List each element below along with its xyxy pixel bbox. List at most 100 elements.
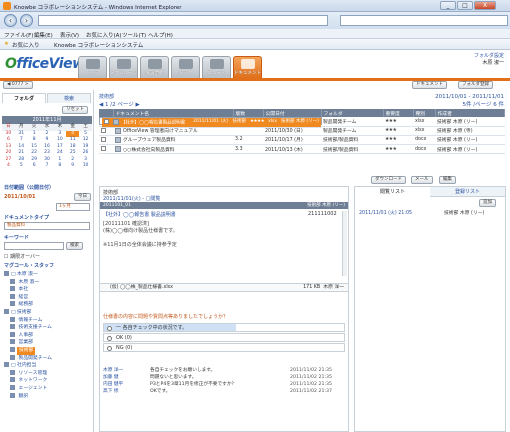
row-checkbox[interactable] [101, 136, 106, 142]
keyword-input[interactable] [4, 242, 64, 250]
row-checkbox[interactable] [104, 118, 109, 124]
tree-item[interactable]: □ 社内担当 [4, 362, 92, 370]
cell-name[interactable]: 【社外】◯◯報告書製品説明書 [121, 120, 185, 125]
tree-item[interactable]: 木原 淑一 [4, 278, 92, 287]
menu-edit[interactable]: 編集(E) [34, 31, 53, 39]
reset-button[interactable]: リセット [62, 106, 88, 114]
search-box[interactable] [340, 15, 508, 26]
tree-item[interactable]: エージェント [4, 384, 92, 393]
cell-name[interactable]: OfficeView 管理者向けマニュアル [123, 129, 198, 134]
tab-search[interactable]: 検索 [47, 93, 91, 103]
keyword-label: キーワード [4, 235, 30, 241]
tree-item[interactable]: 翻訳 [4, 392, 92, 401]
new-document-button[interactable]: ドキュメント [412, 81, 447, 89]
favorites-button[interactable]: お気に入り [12, 41, 40, 49]
cell-type: xlsx [415, 128, 425, 134]
calendar-day[interactable]: 9 [66, 163, 79, 170]
per-page-select[interactable]: 5件 [463, 102, 472, 108]
tab-task[interactable]: タスク [171, 56, 200, 78]
tree-item[interactable]: □ 技術部 [4, 308, 92, 317]
close-button[interactable]: X [474, 1, 496, 10]
calendar-day[interactable]: 8 [53, 163, 66, 170]
new-folder-button[interactable]: フォルダ登録 [458, 81, 493, 89]
first-page-icon[interactable]: ◀ [99, 102, 103, 108]
tree-item[interactable]: 人事部 [4, 331, 92, 340]
next-page-icon[interactable]: ▶ [135, 102, 139, 108]
calendar-day[interactable]: 6 [28, 163, 41, 170]
add-button[interactable]: 追加 [479, 199, 496, 207]
back-icon[interactable]: ‹ [4, 14, 17, 27]
tree-item-label: □ 社内担当 [11, 363, 37, 369]
menu-file[interactable]: ファイル(F) [4, 31, 33, 39]
tab-facility[interactable]: 施設予約 [140, 56, 169, 78]
detail-scrollbar[interactable] [342, 211, 347, 276]
attachment-row[interactable]: (仮) ◯◯株_製品仕様書.xlsx 171 KB 木原 洋一 [100, 283, 348, 292]
table-row[interactable]: ○○株式会社向製品資料 3.3 2011/10/13 (木) 技術部/製品資料 ★★★ d… [99, 144, 505, 155]
cell-name[interactable]: ○○株式会社向製品資料 [123, 148, 175, 153]
menu-tools[interactable]: ツール(T) [122, 31, 146, 39]
tree-item[interactable]: 技術部 [4, 346, 92, 355]
survey-option-ng[interactable]: NG (0) [103, 343, 345, 352]
menu-help[interactable]: ヘルプ(H) [148, 31, 173, 39]
table-row[interactable]: 【社外】◯◯報告書製品説明書 2011/11/01 (火) 技術部 ★★★★ xlsx 技… [99, 117, 322, 128]
tab-schedule[interactable]: スケジュール [109, 56, 138, 78]
col-priority[interactable]: 重要度 [383, 109, 414, 117]
doctype-select[interactable]: 製品資料 [4, 222, 90, 230]
tree-item[interactable]: 総務部 [4, 301, 92, 309]
favorite-tab[interactable]: Knowbe コラボレーションシステム [54, 41, 143, 49]
attachment-name[interactable]: (仮) ◯◯株_製品仕様書.xlsx [110, 285, 173, 290]
tree-item[interactable]: リソース管理 [4, 369, 92, 378]
folder-icon [4, 271, 9, 276]
detail-subtitle-row: 【社外】◯◯報告書 製品説明書 211111002 [103, 211, 337, 218]
survey-option-ok[interactable]: OK (0) [103, 333, 345, 342]
download-button[interactable]: ダウンロード [371, 176, 406, 184]
tab-folder[interactable]: フォルダ [2, 93, 46, 103]
period-select[interactable]: 1ヶ月 [56, 203, 90, 211]
search-button[interactable]: 検索 [66, 242, 83, 250]
calendar-day[interactable]: 5 [15, 163, 28, 170]
address-bar[interactable] [38, 15, 328, 26]
tree-item[interactable]: 製品開発チーム [4, 354, 92, 363]
tree-item[interactable]: 本社 [4, 286, 92, 294]
calendar-day[interactable]: 7 [41, 163, 54, 170]
maximize-button[interactable]: □ [457, 1, 473, 10]
folder-settings-link[interactable]: フォルダ設定 [474, 53, 504, 60]
forward-icon[interactable]: › [20, 14, 33, 27]
calendar-day[interactable]: 10 [79, 163, 92, 170]
tree-item-label: 情報チーム [17, 317, 43, 323]
menu-favorites[interactable]: お気に入り(A) [86, 31, 122, 39]
today-button[interactable]: 今日 [74, 193, 91, 201]
survey-option-1[interactable]: 一 各自チェック中の状況です。 [103, 323, 345, 332]
expire-option[interactable]: ☐ 期限オーバー [4, 253, 40, 260]
tab-top[interactable]: トップ [78, 56, 107, 78]
tree-item[interactable]: 情報チーム [4, 316, 92, 325]
row-checkbox[interactable] [101, 146, 106, 152]
mail-button[interactable]: メール [411, 176, 433, 184]
cell-name[interactable]: グループウェア製品資料 [123, 138, 175, 143]
menu-view[interactable]: 表示(V) [60, 31, 79, 39]
response-date: 2011/11/02 21:35 [290, 382, 333, 387]
col-date[interactable]: 公開日付 [263, 109, 322, 117]
header-user-area: フォルダ設定 木原 淑一 [474, 53, 504, 67]
edit-button[interactable]: 編集 [439, 176, 456, 184]
minimize-button[interactable]: _ [440, 1, 456, 10]
tree-item[interactable]: ネットワーク [4, 377, 92, 385]
tree-item[interactable]: 経営 [4, 293, 92, 302]
tab-registered-list[interactable]: 登録リスト [430, 187, 505, 197]
col-name[interactable]: ドキュメント名 [113, 109, 234, 117]
col-version[interactable]: 版数 [233, 109, 264, 117]
col-folder[interactable]: フォルダ [321, 109, 384, 117]
col-type[interactable]: 種別 [413, 109, 436, 117]
tab-news[interactable]: ニュース [202, 56, 231, 78]
tree-item[interactable]: 営業部 [4, 339, 92, 347]
tree-item[interactable]: □ 木原 淑一 [4, 271, 92, 279]
tree-item[interactable]: 技術支援チーム [4, 324, 92, 332]
tab-read-list[interactable]: 閲覧リスト [355, 187, 430, 197]
row-checkbox[interactable] [101, 127, 106, 133]
collapse-button[interactable]: ◀ 0777 > [3, 81, 33, 89]
table-row[interactable]: グループウェア製品資料 3.2 2011/10/17 (月) 技術部/製品資料 ★★★ d… [99, 135, 505, 146]
col-author[interactable]: 作成者 [435, 109, 505, 117]
detail-owner: 技術部 木原 (リー) [307, 203, 345, 208]
calendar-day[interactable]: 4 [2, 163, 15, 170]
tab-document[interactable]: ドキュメント [233, 56, 262, 78]
